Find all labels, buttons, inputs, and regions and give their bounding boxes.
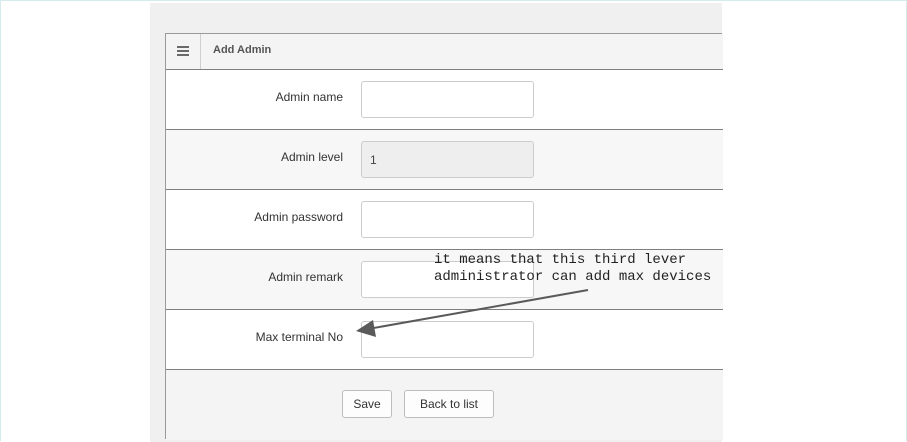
annotation-arrow-icon: [356, 289, 589, 337]
